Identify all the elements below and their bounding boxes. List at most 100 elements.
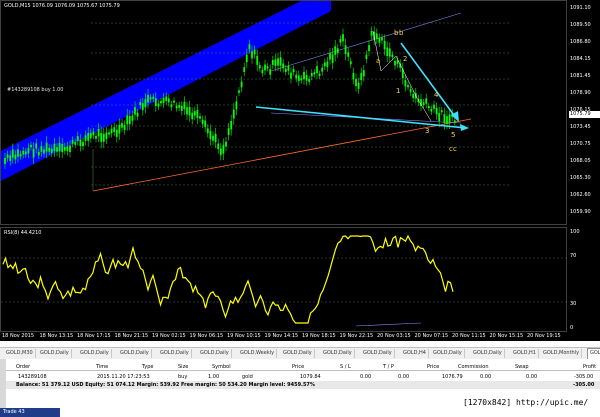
chart-tab[interactable]: GOLD,Daily xyxy=(361,349,395,358)
candle-body xyxy=(321,67,324,72)
chart-tab[interactable]: GOLD,Daily xyxy=(118,349,152,358)
candle-body xyxy=(264,64,266,71)
candle-body xyxy=(305,74,308,81)
wave-label: 3 xyxy=(425,127,429,135)
candle-body xyxy=(209,130,212,140)
candle-body xyxy=(225,141,227,147)
candle-body xyxy=(433,104,435,109)
candle-body xyxy=(425,98,428,104)
header-separator xyxy=(6,370,600,371)
candle-body xyxy=(409,89,412,93)
chart-tab[interactable]: GOLD,H1 xyxy=(511,349,539,358)
time-tick-label: 18 Nov 13:15 xyxy=(39,333,74,339)
price-tick-label: 1070.75 xyxy=(570,141,591,147)
price-tick-label: 1091.10 xyxy=(570,5,591,11)
price-tick-label: 1078.90 xyxy=(570,90,591,96)
price-tick-label: 1073.45 xyxy=(570,124,591,130)
candle-body xyxy=(282,63,285,69)
candle-body xyxy=(323,62,326,67)
candle-body xyxy=(105,132,108,139)
rsi-divergence-line xyxy=(355,322,422,327)
candle-body xyxy=(339,39,342,43)
candle-body xyxy=(256,55,259,65)
candle-body xyxy=(349,61,352,65)
order-sl[interactable]: 0.00 xyxy=(360,374,371,380)
chart-tab[interactable]: GOLD,Daily xyxy=(198,349,232,358)
candle-body xyxy=(248,44,251,50)
chart-tab[interactable]: GOLD,M15 xyxy=(587,348,600,359)
candle-body xyxy=(113,127,116,132)
candle-body xyxy=(290,72,292,79)
order-profit: -305.00 xyxy=(574,374,594,380)
candle-body xyxy=(235,101,238,110)
candle-body xyxy=(45,142,48,152)
rsi-panel[interactable]: RSI(8) 44.4210 xyxy=(0,227,567,332)
chart-tab[interactable]: GOLD,Monthly xyxy=(541,349,583,358)
candle-body xyxy=(266,66,269,69)
candle-body xyxy=(420,99,422,106)
order-id[interactable]: 143289108 xyxy=(18,374,47,380)
chart-tab[interactable]: GOLD,Daily xyxy=(321,349,355,358)
chart-tab[interactable]: GOLD,Daily xyxy=(431,349,465,358)
candle-body xyxy=(227,128,230,136)
rsi-axis: 100 70 30 0 xyxy=(567,227,600,332)
time-tick-label: 18 Nov 17:15 xyxy=(77,333,111,339)
candle-body xyxy=(186,107,188,115)
candle-body xyxy=(92,131,95,136)
candle-body xyxy=(56,147,58,152)
order-tp[interactable]: 0.00 xyxy=(398,374,409,380)
candle-body xyxy=(240,81,243,88)
candle-body xyxy=(63,147,66,151)
candle-body xyxy=(253,49,256,55)
chart-tab[interactable]: GOLD,Daily xyxy=(281,349,315,358)
current-price-marker: 1075.79 xyxy=(569,111,600,118)
candle-body xyxy=(440,110,443,113)
candle-body xyxy=(50,148,53,153)
chart-tab[interactable]: GOLD,Daily xyxy=(471,349,505,358)
candle-body xyxy=(355,79,357,87)
candle-body xyxy=(443,114,446,123)
candle-body xyxy=(352,72,355,80)
chart-tab[interactable]: GOLD,M30 xyxy=(4,349,36,358)
candle-body xyxy=(336,48,339,54)
time-tick-label: 19 Nov 22:15 xyxy=(339,333,374,339)
order-type: buy xyxy=(178,374,188,380)
rsi-canvas[interactable] xyxy=(1,228,566,331)
candle-body xyxy=(357,82,360,89)
candle-body xyxy=(375,33,378,40)
candle-body xyxy=(188,106,191,116)
candle-body xyxy=(331,54,334,63)
candle-body xyxy=(35,143,38,149)
candle-body xyxy=(17,149,19,157)
price-tick-label: 1089.50 xyxy=(570,22,591,28)
candle-body xyxy=(347,52,350,57)
chart-tab[interactable]: GOLD,H4 xyxy=(401,349,429,358)
candle-body xyxy=(76,136,79,141)
candle-body xyxy=(162,97,165,104)
candle-body xyxy=(139,102,142,106)
time-tick-label: 19 Nov 02:15 xyxy=(152,333,186,339)
price-chart-panel[interactable]: abc12345cb GOLD,M15 1076.09 1076.09 1075… xyxy=(0,0,567,225)
candle-body xyxy=(149,97,152,100)
chart-tab[interactable]: GOLD,Daily xyxy=(78,349,112,358)
candle-body xyxy=(136,112,139,117)
terminal-bottom-tab[interactable]: Trade 43 xyxy=(0,408,60,417)
candle-body xyxy=(100,133,103,142)
candle-body xyxy=(329,53,331,60)
chart-tab[interactable]: GOLD,Weekly xyxy=(238,349,278,358)
candle-body xyxy=(43,149,45,154)
candle-body xyxy=(204,120,207,127)
price-chart-canvas[interactable]: abc12345cb xyxy=(1,1,566,224)
chart-tab[interactable]: GOLD,Daily xyxy=(38,349,72,358)
chart-tab[interactable]: GOLD,Daily xyxy=(158,349,192,358)
candle-body xyxy=(167,98,170,103)
candle-body xyxy=(183,101,186,110)
candle-body xyxy=(407,84,409,88)
wave-label: 4 xyxy=(434,91,439,99)
candle-body xyxy=(14,154,17,160)
chart-window[interactable]: abc12345cb GOLD,M15 1076.09 1076.09 1075… xyxy=(0,0,600,341)
candle-body xyxy=(180,105,183,111)
candle-body xyxy=(102,133,105,142)
time-tick-label: 20 Nov 03:15 xyxy=(377,333,411,339)
candle-body xyxy=(362,70,365,77)
